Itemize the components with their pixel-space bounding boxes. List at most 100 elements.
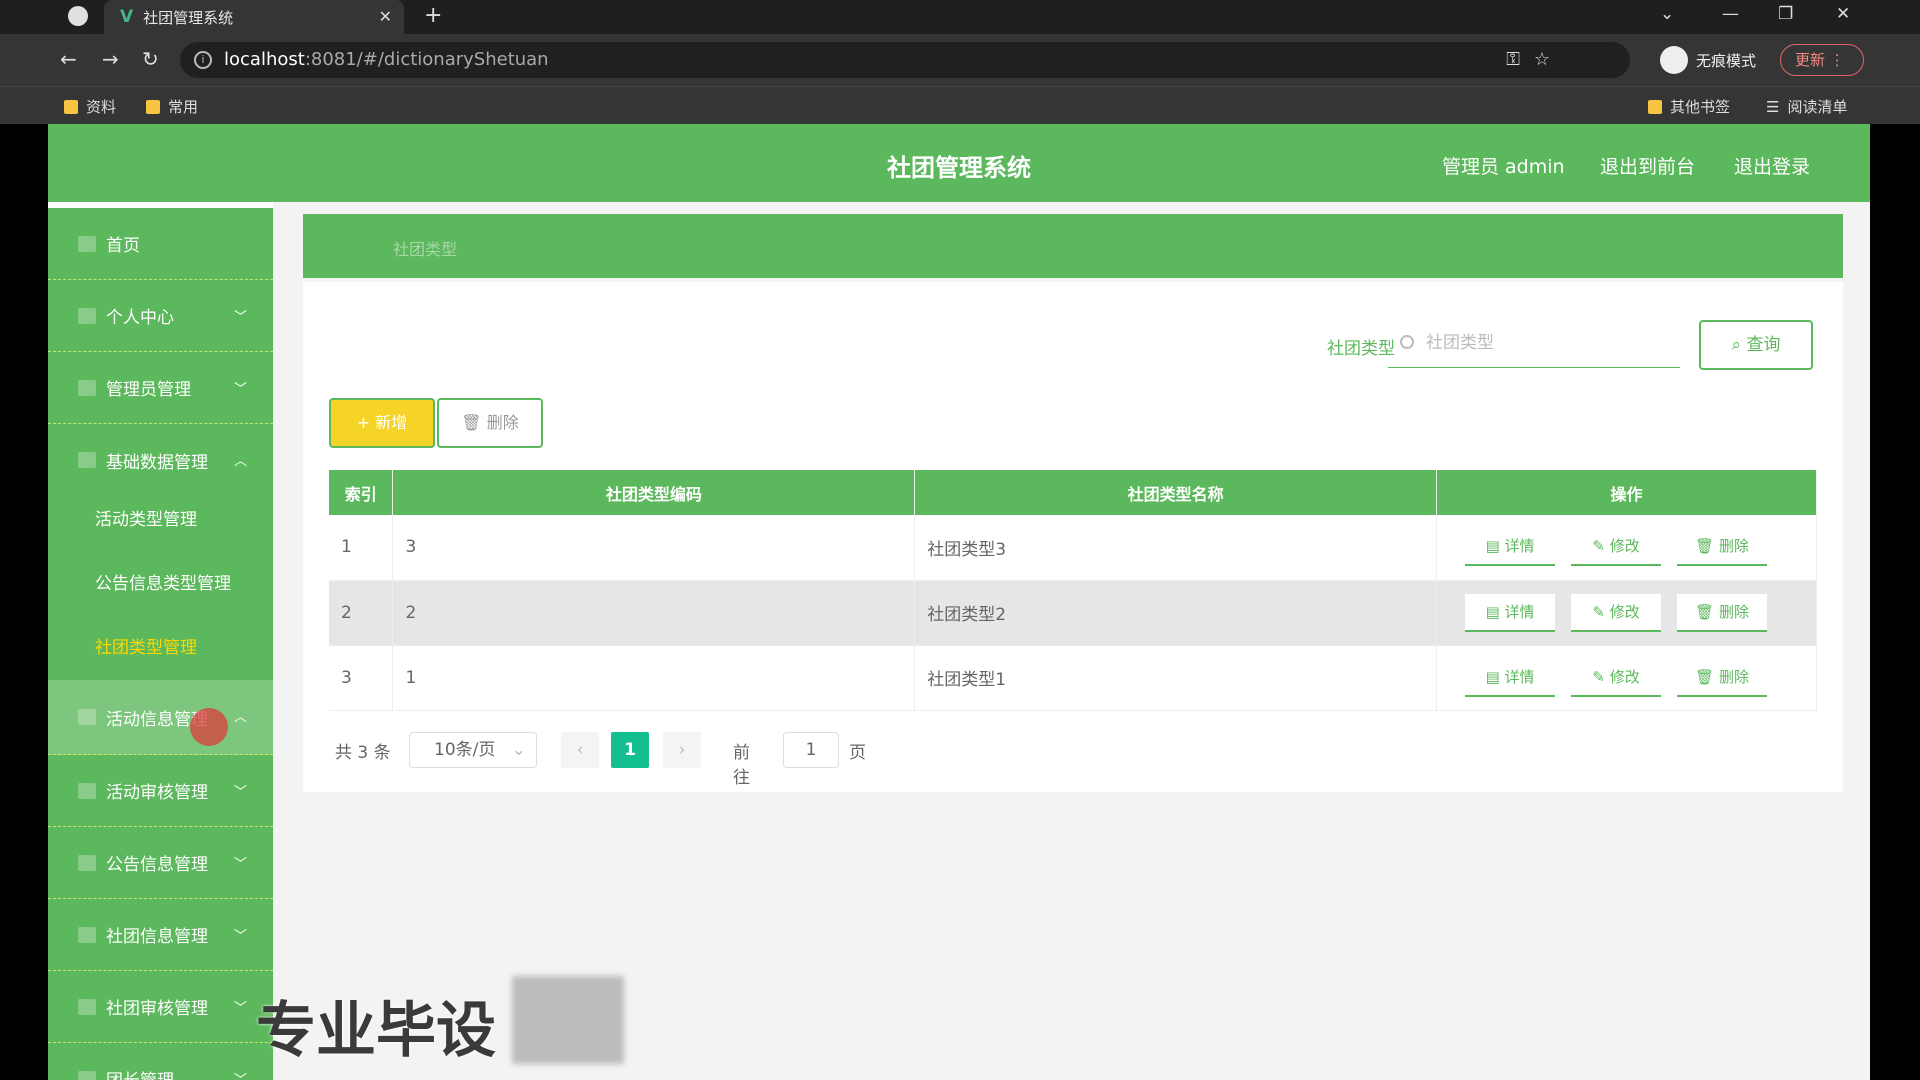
- submenu-club-type[interactable]: 社团类型管理: [48, 616, 273, 680]
- admin-label: 管理员 admin: [1442, 156, 1565, 178]
- trash-icon: 🗑: [461, 413, 482, 432]
- column-header: 社团类型编码: [392, 470, 916, 515]
- delete-button[interactable]: 🗑 删除: [1677, 528, 1768, 567]
- sidebar-item-club-info[interactable]: 社团信息管理 ﹀: [48, 899, 273, 971]
- current-page[interactable]: 1: [611, 732, 649, 768]
- edit-button[interactable]: ✎ 修改: [1571, 659, 1662, 697]
- chevron-down-icon: ﹀: [233, 785, 247, 800]
- sidebar-item-notice-info[interactable]: 公告信息管理 ﹀: [48, 827, 273, 899]
- chevron-down-icon: ﹀: [233, 929, 247, 944]
- forward-icon[interactable]: →: [102, 47, 119, 71]
- folder-icon: [1648, 99, 1662, 114]
- breadcrumb-item[interactable]: 社团类型: [393, 236, 457, 260]
- incognito-badge[interactable]: 无痕模式: [1660, 42, 1756, 78]
- goto-page-input[interactable]: 1: [783, 732, 839, 768]
- sidebar-item-leader[interactable]: 团长管理 ﹀: [48, 1043, 273, 1080]
- activity-icon: [78, 709, 96, 725]
- cell-actions: ▤ 详情 ✎ 修改 🗑 删除: [1436, 515, 1817, 581]
- close-tab-icon[interactable]: ✕: [379, 7, 392, 26]
- folder-icon: [146, 99, 160, 114]
- minimize-icon[interactable]: —: [1722, 4, 1739, 24]
- edit-button[interactable]: ✎ 修改: [1571, 528, 1662, 567]
- detail-label: 详情: [1504, 602, 1535, 621]
- bookmark-item[interactable]: 常用: [146, 96, 198, 117]
- vue-logo-icon: V: [120, 7, 134, 27]
- update-button[interactable]: 更新 ⋮: [1780, 44, 1864, 76]
- detail-button[interactable]: ▤ 详情: [1465, 528, 1556, 567]
- search-icon: ⌕: [1731, 335, 1742, 355]
- sidebar: 首页 个人中心 ﹀ 管理员管理 ﹀ 基础数据管理 ︿ 活动类型管理 公告信息类型管理 …: [48, 208, 273, 1080]
- logout-link[interactable]: 退出登录: [1734, 152, 1810, 179]
- new-tab-icon[interactable]: +: [424, 3, 442, 28]
- search-input[interactable]: 社团类型: [1388, 318, 1680, 368]
- column-header: 操作: [1436, 470, 1817, 515]
- cell-code: 2: [392, 580, 916, 646]
- page-size-value: 10条/页: [434, 740, 496, 760]
- chevron-down-icon: ﹀: [233, 857, 247, 872]
- browser-tab[interactable]: V 社团管理系统 ✕: [104, 0, 404, 34]
- table-row: 3 1 社团类型1 ▤ 详情 ✎ 修改 🗑 删除: [329, 645, 1817, 711]
- batch-delete-button[interactable]: 🗑 删除: [437, 398, 543, 448]
- restore-icon[interactable]: ❐: [1778, 4, 1793, 24]
- star-icon[interactable]: ☆: [1534, 42, 1550, 78]
- goto-label: 前往: [733, 743, 750, 788]
- sidebar-item-basic-data[interactable]: 基础数据管理 ︿: [48, 424, 273, 496]
- detail-button[interactable]: ▤ 详情: [1465, 593, 1556, 632]
- close-window-icon[interactable]: ✕: [1836, 4, 1850, 24]
- breadcrumb: 社团类型: [303, 214, 1843, 278]
- bookmark-label: 其他书签: [1670, 98, 1731, 116]
- url-input[interactable]: i localhost:8081/#/dictionaryShetuan ⚿ ☆: [180, 42, 1630, 78]
- to-front-link[interactable]: 退出到前台: [1600, 152, 1695, 179]
- url-path: :8081/#/dictionaryShetuan: [304, 49, 549, 70]
- cursor-highlight: [190, 708, 228, 746]
- detail-label: 详情: [1504, 667, 1535, 686]
- submenu-activity-type[interactable]: 活动类型管理: [48, 488, 273, 552]
- update-label: 更新: [1795, 51, 1826, 69]
- blurred-region: [512, 976, 624, 1064]
- chevron-down-icon: ⌄: [511, 740, 526, 760]
- cell-name: 社团类型3: [914, 515, 1438, 581]
- edit-button[interactable]: ✎ 修改: [1571, 593, 1662, 632]
- sidebar-item-label: 个人中心: [106, 308, 174, 328]
- folder-icon: [64, 99, 78, 114]
- delete-button[interactable]: 🗑 删除: [1677, 593, 1768, 632]
- sidebar-item-personal[interactable]: 个人中心 ﹀: [48, 280, 273, 352]
- reload-icon[interactable]: ↻: [142, 47, 159, 71]
- sidebar-item-activity-audit[interactable]: 活动审核管理 ﹀: [48, 755, 273, 827]
- chevron-up-icon: ︿: [233, 454, 247, 469]
- main-content: 社团类型 社团类型 社团类型 ⌕ 查询 + 新增 🗑 删除 索引 社团类型编码 …: [273, 202, 1870, 1080]
- query-label: 查询: [1746, 335, 1781, 355]
- app-title: 社团管理系统: [887, 154, 1031, 182]
- bookmark-item[interactable]: ☰ 阅读清单: [1766, 96, 1847, 117]
- submenu-notice-type[interactable]: 公告信息类型管理: [48, 552, 273, 616]
- info-icon[interactable]: i: [194, 51, 212, 69]
- page-size-select[interactable]: 10条/页 ⌄: [409, 732, 537, 768]
- data-icon: [78, 452, 96, 468]
- chevron-down-icon: ﹀: [233, 310, 247, 325]
- app-window: 社团管理系统 管理员 admin 退出到前台 退出登录 首页 个人中心 ﹀ 管理员…: [48, 124, 1870, 1080]
- sidebar-item-label: 公告信息管理: [106, 855, 208, 875]
- prev-page-button[interactable]: ‹: [561, 732, 599, 768]
- incognito-label: 无痕模式: [1696, 51, 1757, 70]
- audit-icon: [78, 998, 96, 1015]
- delete-button[interactable]: 🗑 删除: [1677, 659, 1768, 697]
- column-header: 社团类型名称: [914, 470, 1438, 515]
- query-button[interactable]: ⌕ 查询: [1699, 320, 1813, 370]
- add-label: 新增: [375, 413, 408, 432]
- sidebar-item-club-audit[interactable]: 社团审核管理 ﹀: [48, 971, 273, 1043]
- back-icon[interactable]: ←: [60, 47, 77, 71]
- detail-button[interactable]: ▤ 详情: [1465, 659, 1556, 697]
- next-page-button[interactable]: ›: [663, 732, 701, 768]
- sidebar-item-admin[interactable]: 管理员管理 ﹀: [48, 352, 273, 424]
- browser-tabbar: V 社团管理系统 ✕ + ⌄ — ❐ ✕: [0, 0, 1920, 34]
- bookmark-item[interactable]: 其他书签: [1648, 96, 1730, 117]
- add-button[interactable]: + 新增: [329, 398, 435, 448]
- sidebar-item-home[interactable]: 首页: [48, 208, 273, 280]
- total-count: 共 3 条: [335, 743, 391, 763]
- chevron-down-icon[interactable]: ⌄: [1660, 4, 1674, 24]
- chevron-up-icon: ︿: [233, 710, 247, 725]
- cell-code: 1: [392, 645, 916, 711]
- key-icon[interactable]: ⚿: [1506, 42, 1520, 78]
- sidebar-item-activity-info[interactable]: 活动信息管理 ︿: [48, 680, 273, 755]
- bookmark-item[interactable]: 资料: [64, 96, 116, 117]
